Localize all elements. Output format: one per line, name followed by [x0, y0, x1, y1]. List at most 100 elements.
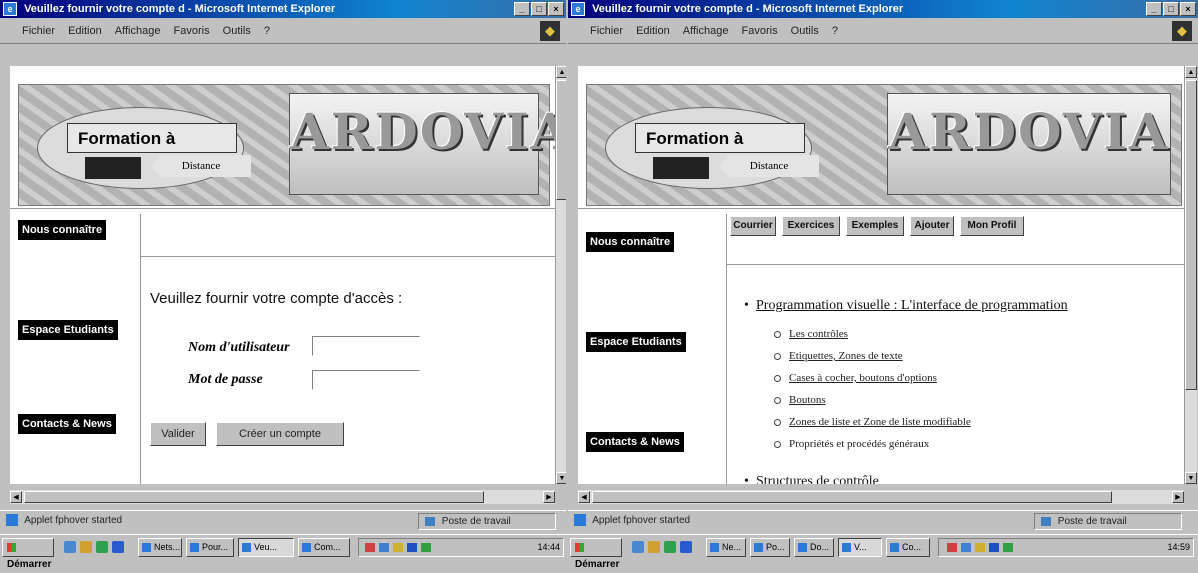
menu-outils[interactable]: Outils	[791, 19, 819, 43]
quicklaunch-icon[interactable]	[112, 541, 124, 553]
lesson-link[interactable]: Zones de liste et Zone de liste modifiab…	[789, 416, 971, 428]
toolbar-mon-profil-button[interactable]: Mon Profil	[960, 216, 1024, 236]
tray-icon[interactable]	[961, 543, 971, 552]
validate-button[interactable]: Valider	[150, 422, 206, 446]
taskbar-task[interactable]: Pour...	[186, 538, 234, 557]
taskbar-task[interactable]: Co...	[886, 538, 930, 557]
vertical-scrollbar[interactable]: ▲ ▼	[1184, 66, 1197, 484]
lesson-item[interactable]: Etiquettes, Zones de texte	[774, 350, 903, 362]
minimize-button[interactable]: _	[514, 2, 530, 16]
close-button[interactable]: ×	[1180, 2, 1196, 16]
taskbar-task[interactable]: Veu...	[238, 538, 294, 557]
title-bar[interactable]: e Veuillez fournir votre compte d - Micr…	[568, 0, 1198, 18]
scroll-left-icon[interactable]: ◀	[578, 491, 590, 503]
menu-favoris[interactable]: Favoris	[174, 19, 210, 43]
clock[interactable]: 14:59	[1167, 539, 1190, 556]
nav-contacts-news[interactable]: Contacts & News	[18, 414, 116, 434]
lesson-link[interactable]: Les contrôles	[789, 328, 848, 340]
password-input[interactable]	[312, 370, 420, 390]
maximize-button[interactable]: □	[1163, 2, 1179, 16]
quicklaunch-icon[interactable]	[648, 541, 660, 553]
tray-icon[interactable]	[1003, 543, 1013, 552]
lesson-item[interactable]: Les contrôles	[774, 328, 848, 340]
nav-espace-etudiants[interactable]: Espace Etudiants	[18, 320, 118, 340]
tray-icon[interactable]	[393, 543, 403, 552]
vertical-scrollbar[interactable]: ▲ ▼	[555, 66, 566, 484]
tray-icon[interactable]	[407, 543, 417, 552]
start-button[interactable]: Démarrer	[2, 538, 54, 570]
scroll-thumb[interactable]	[1185, 80, 1197, 390]
maximize-button[interactable]: □	[531, 2, 547, 16]
menu-fichier[interactable]: Fichier	[590, 19, 623, 43]
quicklaunch-icon[interactable]	[632, 541, 644, 553]
scroll-thumb[interactable]	[592, 491, 1112, 503]
start-button[interactable]: Démarrer	[570, 538, 622, 570]
circle-bullet-icon	[774, 418, 781, 426]
course-title[interactable]: • Programmation visuelle : L'interface d…	[744, 298, 1068, 314]
quicklaunch-icon[interactable]	[664, 541, 676, 553]
tray-icon[interactable]	[421, 543, 431, 552]
scroll-thumb[interactable]	[24, 491, 484, 503]
menu-fichier[interactable]: Fichier	[22, 19, 55, 43]
quicklaunch-icon[interactable]	[680, 541, 692, 553]
course-title-link[interactable]: Programmation visuelle : L'interface de …	[756, 298, 1068, 313]
scroll-down-icon[interactable]: ▼	[556, 472, 566, 484]
toolbar-exemples-button[interactable]: Exemples	[846, 216, 904, 236]
menu-outils[interactable]: Outils	[223, 19, 251, 43]
scroll-up-icon[interactable]: ▲	[556, 66, 566, 78]
tray-icon[interactable]	[947, 543, 957, 552]
lesson-item[interactable]: Zones de liste et Zone de liste modifiab…	[774, 416, 971, 428]
create-account-button[interactable]: Créer un compte	[216, 422, 344, 446]
menu-edition[interactable]: Edition	[68, 19, 102, 43]
toolbar-courrier-button[interactable]: Courrier	[730, 216, 776, 236]
nav-espace-etudiants[interactable]: Espace Etudiants	[586, 332, 686, 352]
next-section-title[interactable]: Structures de contrôle	[756, 474, 879, 484]
next-section[interactable]: • Structures de contrôle	[744, 474, 879, 484]
menu-help[interactable]: ?	[832, 19, 838, 43]
scroll-left-icon[interactable]: ◀	[10, 491, 22, 503]
minimize-button[interactable]: _	[1146, 2, 1162, 16]
nav-nous-connaitre[interactable]: Nous connaître	[18, 220, 107, 240]
zone-label: Poste de travail	[1057, 516, 1127, 527]
toolbar-exercices-button[interactable]: Exercices	[782, 216, 840, 236]
taskbar-task[interactable]: V...	[838, 538, 882, 557]
tray-icon[interactable]	[365, 543, 375, 552]
scroll-thumb[interactable]	[556, 80, 566, 200]
nav-contacts-news[interactable]: Contacts & News	[586, 432, 684, 452]
close-button[interactable]: ×	[548, 2, 564, 16]
quicklaunch-icon[interactable]	[96, 541, 108, 553]
tray-icon[interactable]	[989, 543, 999, 552]
tray-icon[interactable]	[975, 543, 985, 552]
lesson-item[interactable]: Boutons	[774, 394, 826, 406]
menu-edition[interactable]: Edition	[636, 19, 670, 43]
taskbar-task[interactable]: Do...	[794, 538, 834, 557]
scroll-up-icon[interactable]: ▲	[1185, 66, 1197, 78]
folder-icon	[142, 543, 151, 553]
scroll-down-icon[interactable]: ▼	[1185, 472, 1197, 484]
quicklaunch-icon[interactable]	[80, 541, 92, 553]
lesson-link[interactable]: Cases à cocher, boutons d'options	[789, 372, 937, 384]
taskbar-task[interactable]: Po...	[750, 538, 790, 557]
nav-nous-connaitre[interactable]: Nous connaître	[586, 232, 675, 252]
lesson-link[interactable]: Boutons	[789, 394, 826, 406]
horizontal-scrollbar[interactable]: ◀ ▶	[10, 490, 555, 504]
toolbar-ajouter-button[interactable]: Ajouter	[910, 216, 954, 236]
menu-help[interactable]: ?	[264, 19, 270, 43]
clock[interactable]: 14:44	[537, 539, 560, 556]
lesson-link[interactable]: Etiquettes, Zones de texte	[789, 350, 903, 362]
menu-affichage[interactable]: Affichage	[115, 19, 161, 43]
scroll-right-icon[interactable]: ▶	[1172, 491, 1184, 503]
username-input[interactable]	[312, 336, 420, 356]
tray-icon[interactable]	[379, 543, 389, 552]
title-bar[interactable]: e Veuillez fournir votre compte d - Micr…	[0, 0, 566, 18]
lesson-item[interactable]: Cases à cocher, boutons d'options	[774, 372, 937, 384]
scroll-right-icon[interactable]: ▶	[543, 491, 555, 503]
taskbar-task[interactable]: Nets...	[138, 538, 182, 557]
quicklaunch-icon[interactable]	[64, 541, 76, 553]
horizontal-scrollbar[interactable]: ◀ ▶	[578, 490, 1184, 504]
page-content: Formation à Distance ARDOVIA Nous connaî…	[10, 66, 555, 484]
taskbar-task[interactable]: Ne...	[706, 538, 746, 557]
taskbar-task[interactable]: Com...	[298, 538, 350, 557]
menu-affichage[interactable]: Affichage	[683, 19, 729, 43]
menu-favoris[interactable]: Favoris	[742, 19, 778, 43]
